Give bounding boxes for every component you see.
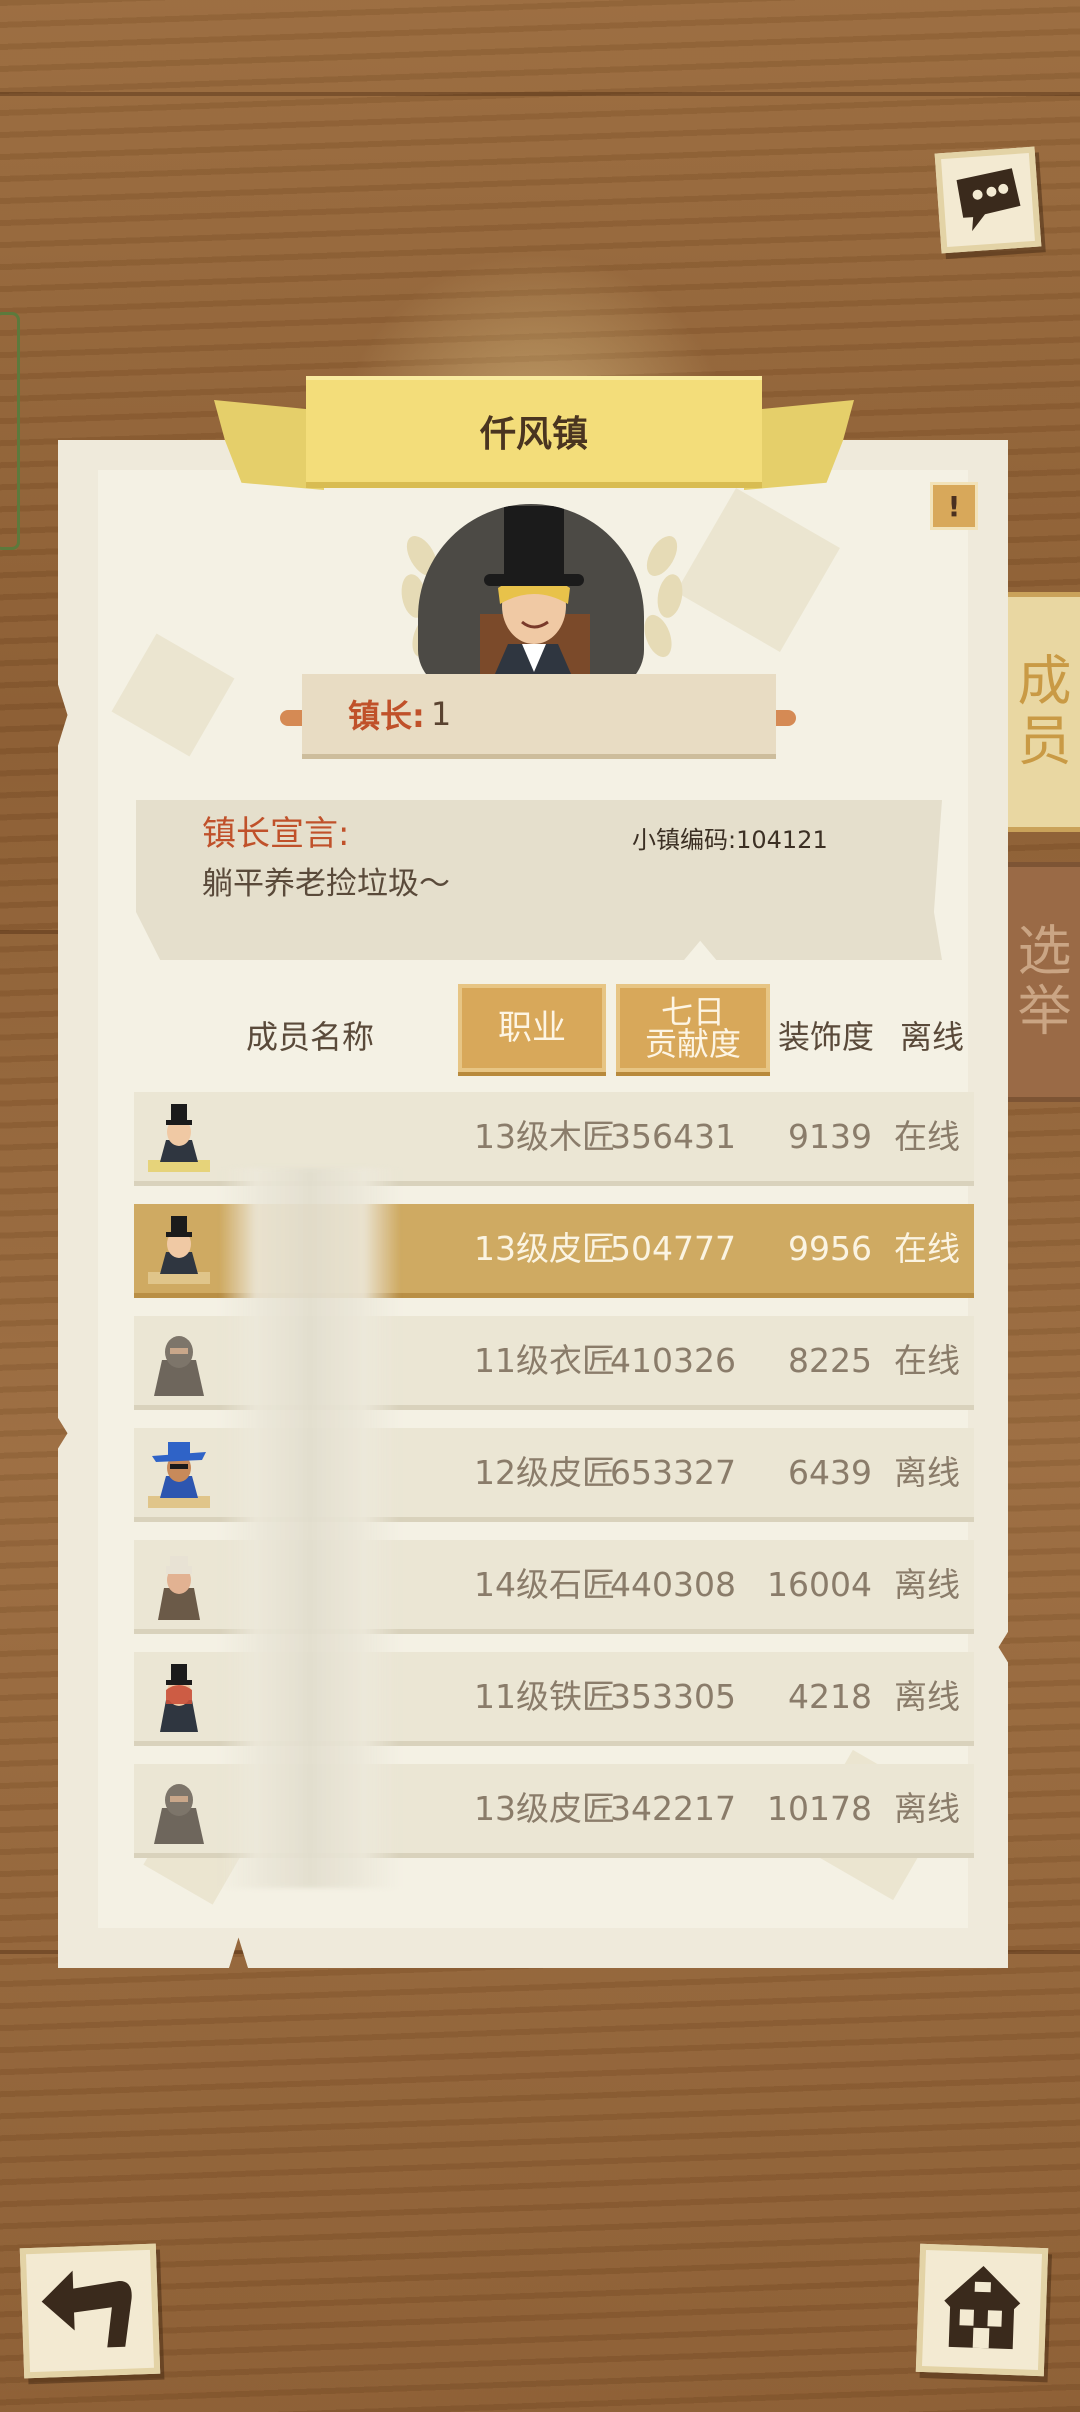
- member-contribution: 440308: [610, 1565, 736, 1604]
- member-decoration: 16004: [767, 1565, 872, 1604]
- header-member-name: 成员名称: [246, 1018, 375, 1056]
- member-status: 在线: [894, 1229, 960, 1268]
- decor-square: [676, 488, 840, 652]
- sort-by-contribution-button[interactable]: 七日 贡献度: [616, 984, 770, 1072]
- member-status: 在线: [894, 1117, 960, 1156]
- member-decoration: 10178: [767, 1789, 872, 1828]
- header-decoration: 装饰度: [778, 1018, 875, 1056]
- town-code: 小镇编码:104121: [632, 820, 828, 855]
- member-contribution: 410326: [610, 1341, 736, 1380]
- member-status: 离线: [894, 1453, 960, 1492]
- warning-icon: !: [947, 489, 961, 523]
- member-contribution: 356431: [610, 1117, 736, 1156]
- contribution-label-line1: 七日: [660, 993, 725, 1031]
- header-status: 离线: [900, 1018, 965, 1056]
- member-contribution: 342217: [610, 1789, 736, 1828]
- member-job: 13级皮匠: [474, 1789, 615, 1828]
- declaration-title: 镇长宣言:: [202, 814, 350, 854]
- mayor-label: 镇长:: [348, 697, 425, 735]
- member-decoration: 8225: [788, 1341, 872, 1380]
- member-contribution: 504777: [610, 1229, 736, 1268]
- member-job: 13级皮匠: [474, 1229, 615, 1268]
- member-status: 离线: [894, 1677, 960, 1716]
- member-status: 离线: [894, 1565, 960, 1604]
- decor-square: [111, 633, 235, 757]
- member-avatar-icon: [160, 1664, 198, 1732]
- tab-election-label: 选举: [1008, 922, 1071, 1042]
- member-status: 离线: [894, 1789, 960, 1828]
- member-job: 11级铁匠: [474, 1677, 615, 1716]
- member-contribution: 653327: [610, 1453, 736, 1492]
- wood-seam: [0, 92, 1080, 96]
- town-name-ribbon: 仟风镇: [306, 376, 762, 488]
- member-avatar-icon: [158, 1556, 200, 1620]
- town-name: 仟风镇: [479, 414, 588, 455]
- town-code-value: 104121: [736, 826, 828, 854]
- member-decoration: 6439: [788, 1453, 872, 1492]
- member-decoration: 4218: [788, 1677, 872, 1716]
- member-job: 12级皮匠: [474, 1453, 615, 1492]
- town-code-label: 小镇编码:: [632, 826, 737, 854]
- member-avatar-icon: [154, 1784, 204, 1844]
- sort-by-job-label: 职业: [498, 1008, 566, 1048]
- member-avatar-icon: [148, 1104, 210, 1172]
- home-button[interactable]: [915, 2243, 1049, 2377]
- member-avatar-icon: [154, 1336, 204, 1396]
- member-avatar-icon: [148, 1216, 210, 1284]
- member-status: 在线: [894, 1341, 960, 1380]
- member-decoration: 9956: [788, 1229, 872, 1268]
- member-job: 13级木匠: [474, 1117, 615, 1156]
- mayor-name: 1: [430, 695, 452, 733]
- tab-members-label: 成员: [1008, 652, 1071, 772]
- sort-by-job-button[interactable]: 职业: [458, 984, 606, 1072]
- member-job: 14级石匠: [474, 1565, 615, 1604]
- home-icon: [944, 2266, 1021, 2350]
- report-button[interactable]: !: [930, 482, 978, 530]
- declaration-text: 躺平养老捡垃圾～: [202, 866, 450, 902]
- chat-button[interactable]: [934, 146, 1042, 254]
- member-decoration: 9139: [788, 1117, 872, 1156]
- mayor-plaque: 镇长: 1: [302, 674, 776, 759]
- back-button[interactable]: [19, 2243, 161, 2379]
- back-arrow-icon: [41, 2270, 132, 2348]
- contribution-label-line2: 贡献度: [644, 1025, 741, 1063]
- member-job: 11级衣匠: [474, 1341, 615, 1380]
- member-contribution: 353305: [610, 1677, 736, 1716]
- redaction-smudge: [220, 1168, 400, 1888]
- chat-bubble-icon: [956, 168, 1021, 232]
- left-edge-tab[interactable]: [0, 312, 20, 550]
- member-avatar-icon: [148, 1442, 210, 1508]
